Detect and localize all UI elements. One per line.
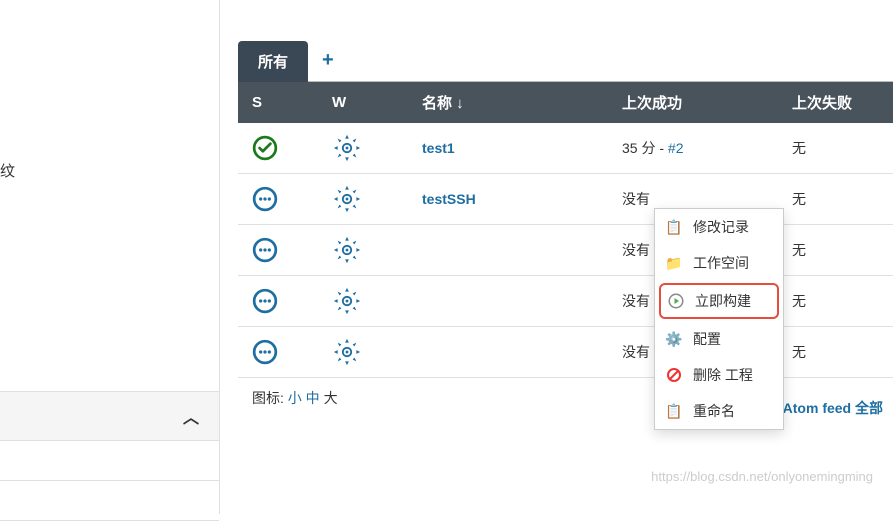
tab-all[interactable]: 所有 [238, 41, 308, 82]
job-name-link[interactable]: test1 [422, 140, 455, 156]
running-status-icon [252, 237, 278, 263]
gear-icon: ⚙️ [665, 330, 683, 348]
running-status-icon [252, 186, 278, 212]
col-name[interactable]: 名称 ↓ [408, 82, 608, 123]
table-row: testSSH 没有 无 [238, 174, 893, 225]
forbidden-icon [665, 366, 683, 384]
feed-label: Atom feed 全部 [783, 398, 883, 418]
icon-label: 图标: [252, 388, 284, 408]
last-failure-text: 无 [792, 140, 806, 156]
chevron-up-icon: ︿ [183, 404, 199, 428]
col-last-failure[interactable]: 上次失败 [778, 82, 893, 123]
clock-play-icon [667, 292, 685, 310]
build-queue: ︿ [0, 391, 219, 521]
context-menu: 📋 修改记录 📁 工作空间 立即构建 ⚙️ 配置 删除 [654, 208, 784, 430]
queue-row [0, 441, 219, 481]
last-failure-text: 无 [792, 293, 806, 309]
icon-size-medium[interactable]: 中 [306, 388, 320, 408]
last-failure-text: 无 [792, 191, 806, 207]
job-name-link[interactable]: testSSH [422, 191, 476, 207]
last-failure-text: 无 [792, 344, 806, 360]
build-link[interactable]: #2 [668, 140, 684, 156]
main-panel: 所有 + S W 名称 ↓ 上次成功 上次失败 test1 35 分 - #2 … [220, 0, 893, 514]
col-weather[interactable]: W [318, 82, 408, 123]
watermark: https://blog.csdn.net/onlyonemingming [651, 469, 873, 484]
ctx-label: 立即构建 [695, 291, 751, 311]
last-success-text: 35 分 - [622, 140, 668, 156]
weather-icon [332, 184, 362, 214]
last-success-text: 没有 [622, 293, 650, 309]
col-last-success[interactable]: 上次成功 [608, 82, 778, 123]
ctx-workspace[interactable]: 📁 工作空间 [655, 245, 783, 281]
notepad-icon: 📋 [665, 218, 683, 236]
success-status-icon [252, 135, 278, 161]
running-status-icon [252, 288, 278, 314]
ctx-label: 配置 [693, 329, 721, 349]
table-row: 没有 无 [238, 327, 893, 378]
table-row: 没有 无 [238, 225, 893, 276]
jobs-table: S W 名称 ↓ 上次成功 上次失败 test1 35 分 - #2 无 tes… [238, 82, 893, 378]
ctx-label: 删除 工程 [693, 365, 753, 385]
queue-row [0, 481, 219, 521]
weather-icon [332, 337, 362, 367]
notepad-icon: 📋 [665, 402, 683, 420]
ctx-delete[interactable]: 删除 工程 [655, 357, 783, 393]
weather-icon [332, 133, 362, 163]
ctx-configure[interactable]: ⚙️ 配置 [655, 321, 783, 357]
col-status[interactable]: S [238, 82, 318, 123]
sidebar: 纹 ︿ [0, 0, 220, 514]
running-status-icon [252, 339, 278, 365]
last-failure-text: 无 [792, 242, 806, 258]
queue-header[interactable]: ︿ [0, 392, 219, 441]
folder-icon: 📁 [665, 254, 683, 272]
ctx-label: 重命名 [693, 401, 735, 421]
weather-icon [332, 235, 362, 265]
ctx-label: 工作空间 [693, 253, 749, 273]
table-row: test1 35 分 - #2 无 [238, 123, 893, 174]
weather-icon [332, 286, 362, 316]
ctx-build-now[interactable]: 立即构建 [659, 283, 779, 319]
ctx-changes[interactable]: 📋 修改记录 [655, 209, 783, 245]
icon-size-large: 大 [324, 388, 338, 408]
add-tab-button[interactable]: + [308, 49, 348, 72]
ctx-label: 修改记录 [693, 217, 749, 237]
icon-size-row: 图标: 小 中 大 图例 Atom feed 全部 [238, 378, 893, 418]
last-success-text: 没有 [622, 191, 650, 207]
ctx-rename[interactable]: 📋 重命名 [655, 393, 783, 429]
sidebar-label: 纹 [0, 150, 219, 191]
last-success-text: 没有 [622, 344, 650, 360]
icon-size-small[interactable]: 小 [288, 388, 302, 408]
last-success-text: 没有 [622, 242, 650, 258]
table-row: 没有 无 [238, 276, 893, 327]
tabs-bar: 所有 + [238, 40, 893, 82]
